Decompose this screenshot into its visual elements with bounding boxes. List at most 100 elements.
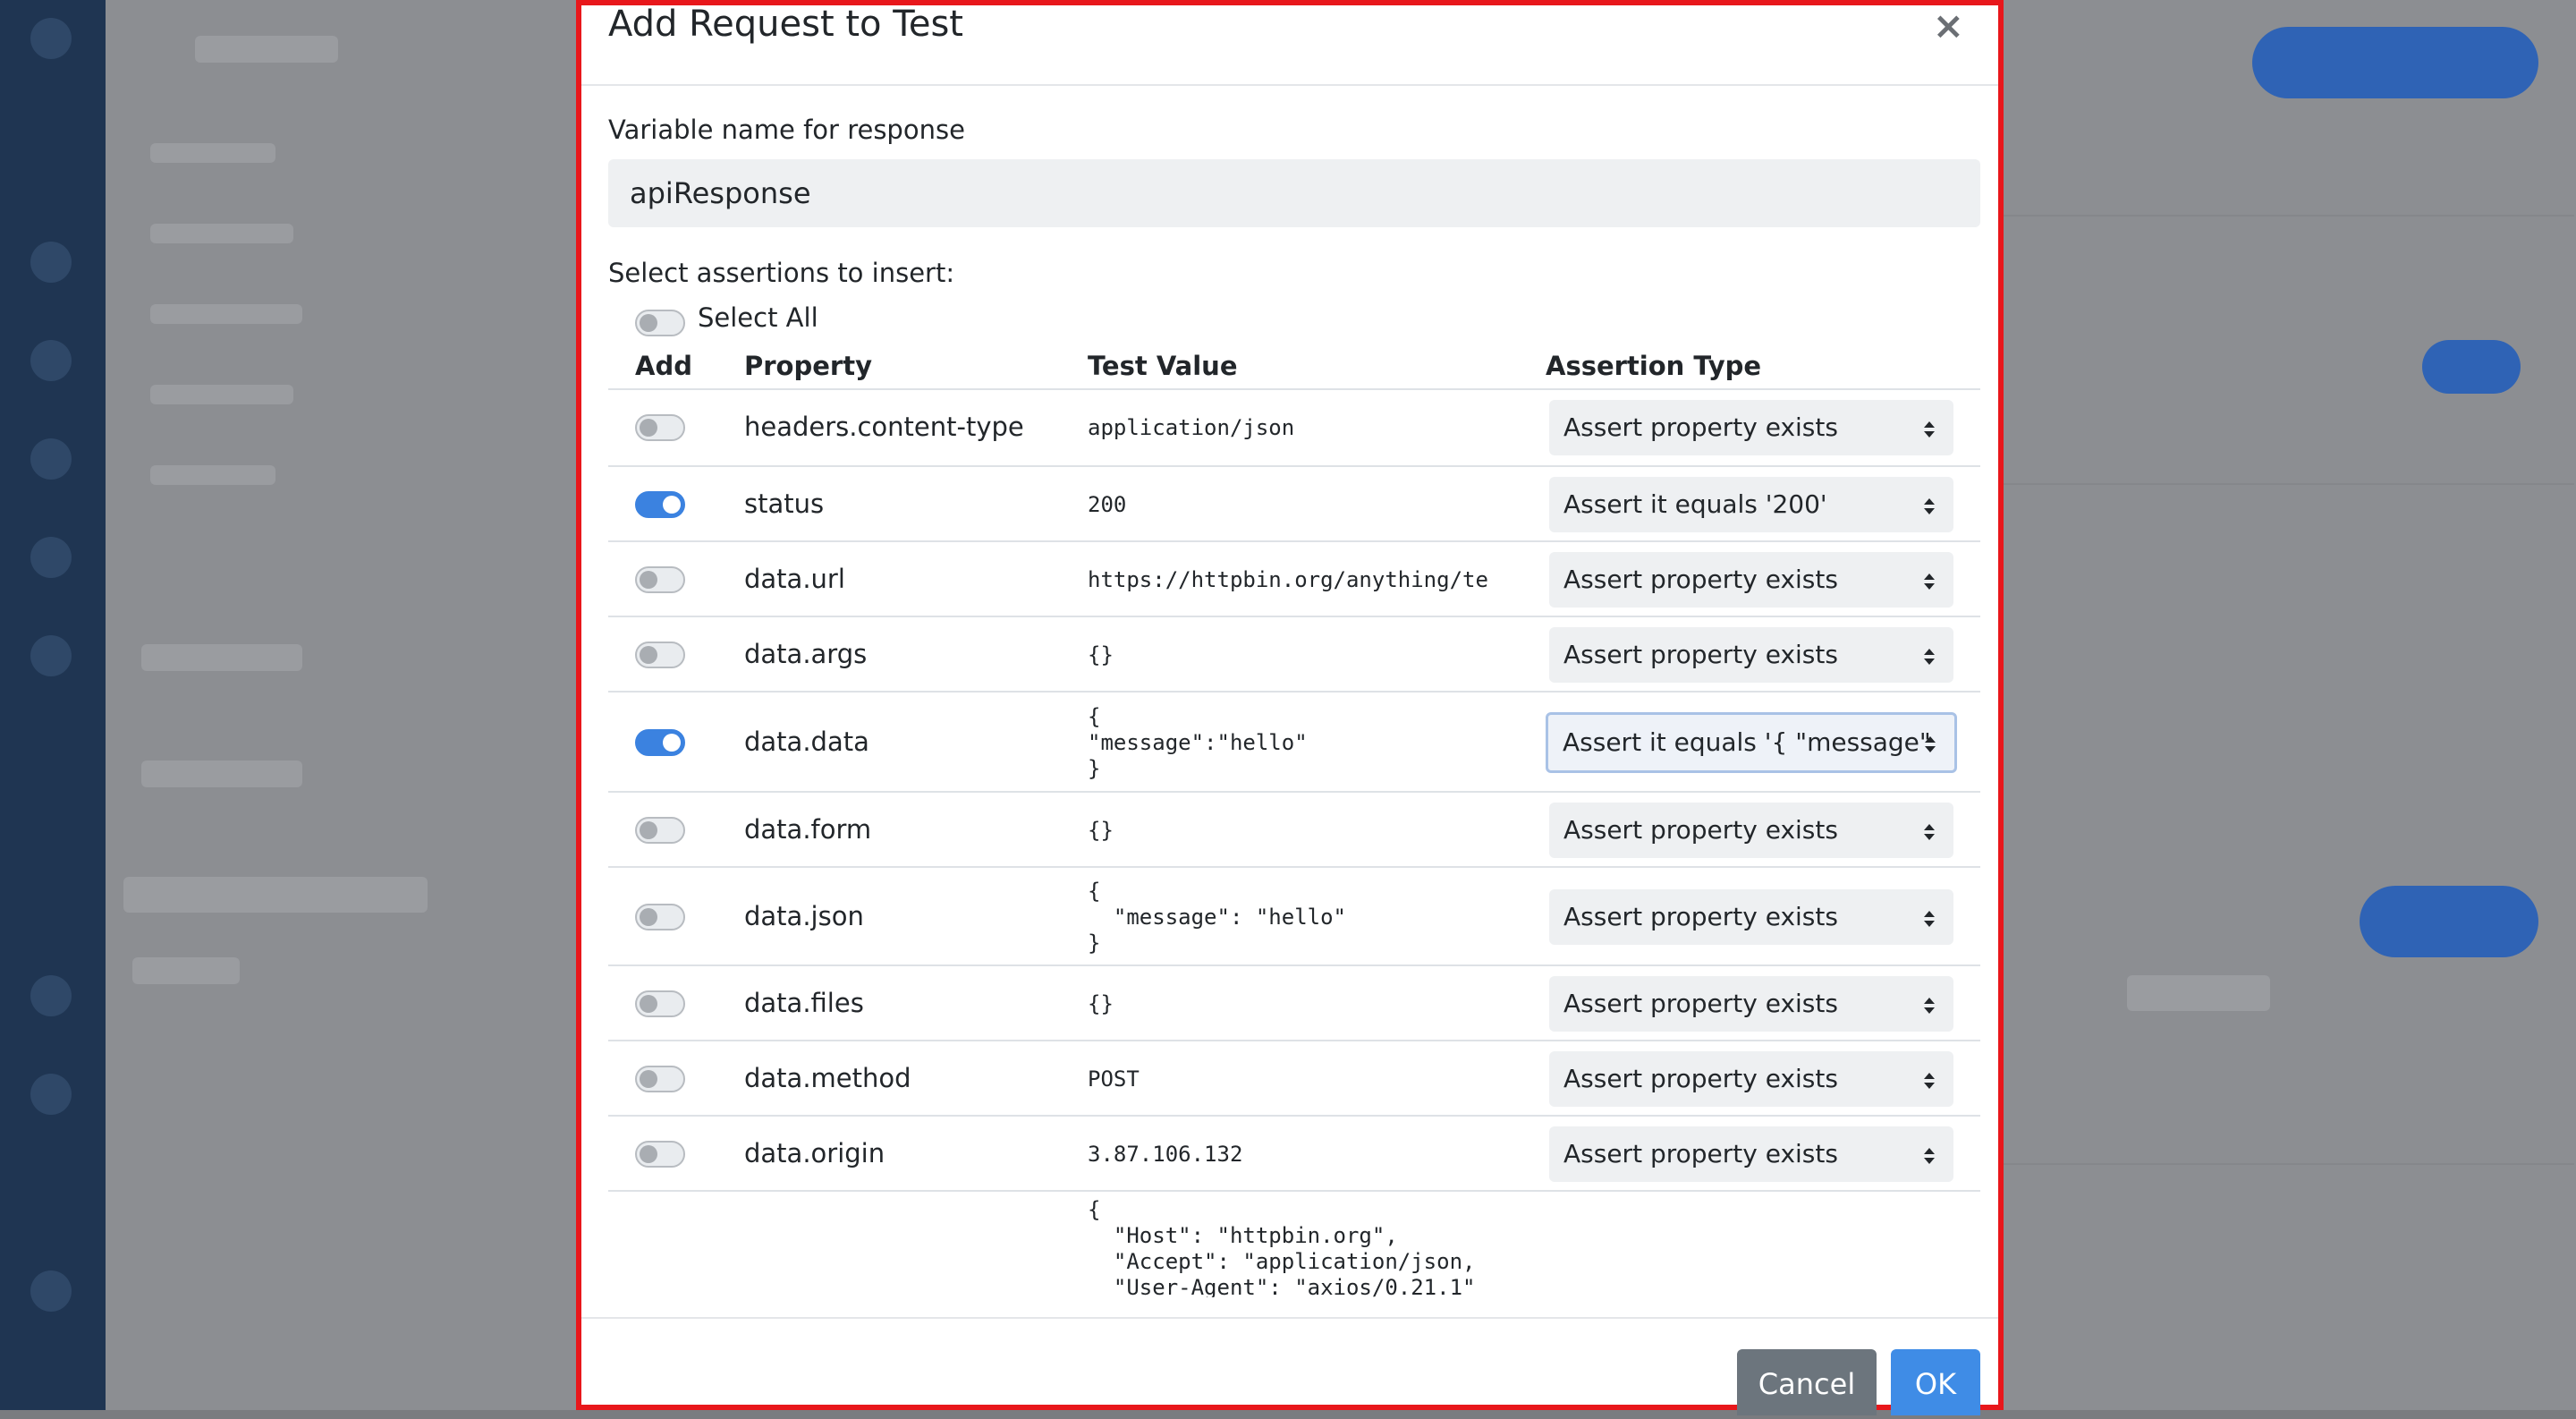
assertions-label: Select assertions to insert:: [608, 258, 955, 288]
row-assertion-select[interactable]: Assert property exists: [1549, 552, 1953, 608]
row-divider: [608, 1115, 1980, 1117]
row-test-value: POST: [1088, 1066, 1140, 1092]
row-test-value: {}: [1088, 817, 1114, 843]
assertion-select-value: Assert property exists: [1563, 902, 1838, 931]
row-test-value: {}: [1088, 990, 1114, 1016]
add-request-modal: Add Request to Test × Variable name for …: [576, 0, 2004, 1415]
variable-name-label: Variable name for response: [608, 115, 965, 145]
row-assertion-select[interactable]: Assert property exists: [1549, 1126, 1953, 1182]
row-divider: [608, 388, 1980, 390]
modal-title: Add Request to Test: [608, 4, 963, 45]
row-add-toggle[interactable]: [635, 1066, 685, 1092]
row-property: data.args: [744, 639, 868, 669]
modal-header: Add Request to Test ×: [581, 4, 1998, 86]
toggle-knob: [640, 821, 657, 839]
toggle-knob: [640, 419, 657, 437]
row-divider: [608, 866, 1980, 868]
row-property: data.method: [744, 1063, 911, 1093]
row-divider: [608, 691, 1980, 693]
select-all-toggle[interactable]: [635, 310, 685, 336]
sort-caret-icon: [1924, 715, 1936, 770]
row-divider: [608, 540, 1980, 542]
toggle-knob: [640, 314, 657, 332]
toggle-knob: [663, 496, 681, 514]
toggle-knob: [640, 571, 657, 589]
row-assertion-select[interactable]: Assert property exists: [1549, 889, 1953, 945]
row-test-value: { "Host": "httpbin.org", "Accept": "appl…: [1088, 1197, 1476, 1297]
row-test-value: 3.87.106.132: [1088, 1141, 1243, 1167]
row-property: data.url: [744, 564, 845, 594]
row-divider: [608, 1190, 1980, 1192]
assertion-select-value: Assert property exists: [1563, 989, 1838, 1018]
assertion-select-value: Assert it equals '{ "message": [1563, 727, 1931, 757]
assertion-select-value: Assert property exists: [1563, 412, 1838, 442]
toggle-knob: [640, 908, 657, 926]
row-test-value: application/json: [1088, 414, 1295, 440]
column-header-add: Add: [635, 351, 692, 381]
row-test-value: { "message": "hello" }: [1088, 878, 1346, 956]
close-icon[interactable]: ×: [1933, 7, 1964, 45]
sort-caret-icon: [1923, 889, 1936, 945]
select-all-label: Select All: [698, 302, 818, 333]
row-property: data.origin: [744, 1138, 886, 1168]
sort-caret-icon: [1923, 627, 1936, 683]
sort-caret-icon: [1923, 552, 1936, 608]
variable-name-input[interactable]: [608, 159, 1980, 227]
row-add-toggle[interactable]: [635, 817, 685, 844]
row-divider: [608, 1040, 1980, 1041]
ok-button[interactable]: OK: [1891, 1349, 1980, 1415]
row-add-toggle[interactable]: [635, 1141, 685, 1168]
row-assertion-select[interactable]: Assert property exists: [1549, 400, 1953, 455]
sort-caret-icon: [1923, 400, 1936, 455]
toggle-knob: [640, 646, 657, 664]
row-assertion-select[interactable]: Assert property exists: [1549, 1051, 1953, 1107]
background-sidebar: [0, 0, 106, 1410]
row-assertion-select[interactable]: Assert it equals '{ "message": [1546, 712, 1957, 773]
column-header-assertion-type: Assertion Type: [1546, 351, 1762, 381]
row-assertion-select[interactable]: Assert it equals '200': [1549, 477, 1953, 532]
modal-footer-divider: [581, 1317, 1998, 1319]
row-divider: [608, 791, 1980, 793]
assertion-select-value: Assert it equals '200': [1563, 489, 1827, 519]
row-add-toggle[interactable]: [635, 566, 685, 593]
row-assertion-select[interactable]: Assert property exists: [1549, 976, 1953, 1032]
row-add-toggle[interactable]: [635, 729, 685, 756]
row-divider: [608, 465, 1980, 467]
assertion-select-value: Assert property exists: [1563, 1139, 1838, 1168]
row-property: headers.content-type: [744, 412, 1024, 442]
row-add-toggle[interactable]: [635, 491, 685, 518]
sort-caret-icon: [1923, 477, 1936, 532]
row-add-toggle[interactable]: [635, 414, 685, 441]
row-test-value: {}: [1088, 642, 1114, 667]
row-property: data.form: [744, 814, 872, 845]
row-test-value: https://httpbin.org/anything/te: [1088, 566, 1488, 592]
assertion-select-value: Assert property exists: [1563, 1064, 1838, 1093]
row-test-value: { "message":"hello" }: [1088, 703, 1308, 781]
row-property: data.json: [744, 901, 864, 931]
row-property: data.files: [744, 988, 864, 1018]
row-divider: [608, 964, 1980, 966]
row-add-toggle[interactable]: [635, 642, 685, 668]
row-add-toggle[interactable]: [635, 990, 685, 1017]
sort-caret-icon: [1923, 803, 1936, 858]
sort-caret-icon: [1923, 976, 1936, 1032]
toggle-knob: [640, 995, 657, 1013]
sort-caret-icon: [1923, 1051, 1936, 1107]
toggle-knob: [640, 1145, 657, 1163]
column-header-property: Property: [744, 351, 872, 381]
column-header-test-value: Test Value: [1088, 351, 1238, 381]
row-property: status: [744, 489, 825, 519]
assertion-select-value: Assert property exists: [1563, 640, 1838, 669]
toggle-knob: [640, 1070, 657, 1088]
assertion-select-value: Assert property exists: [1563, 815, 1838, 845]
assertion-select-value: Assert property exists: [1563, 565, 1838, 594]
row-divider: [608, 616, 1980, 617]
sort-caret-icon: [1923, 1126, 1936, 1182]
row-property: data.data: [744, 726, 869, 757]
row-add-toggle[interactable]: [635, 904, 685, 930]
toggle-knob: [663, 734, 681, 752]
row-assertion-select[interactable]: Assert property exists: [1549, 803, 1953, 858]
cancel-button[interactable]: Cancel: [1737, 1349, 1877, 1415]
row-assertion-select[interactable]: Assert property exists: [1549, 627, 1953, 683]
row-test-value: 200: [1088, 491, 1127, 517]
